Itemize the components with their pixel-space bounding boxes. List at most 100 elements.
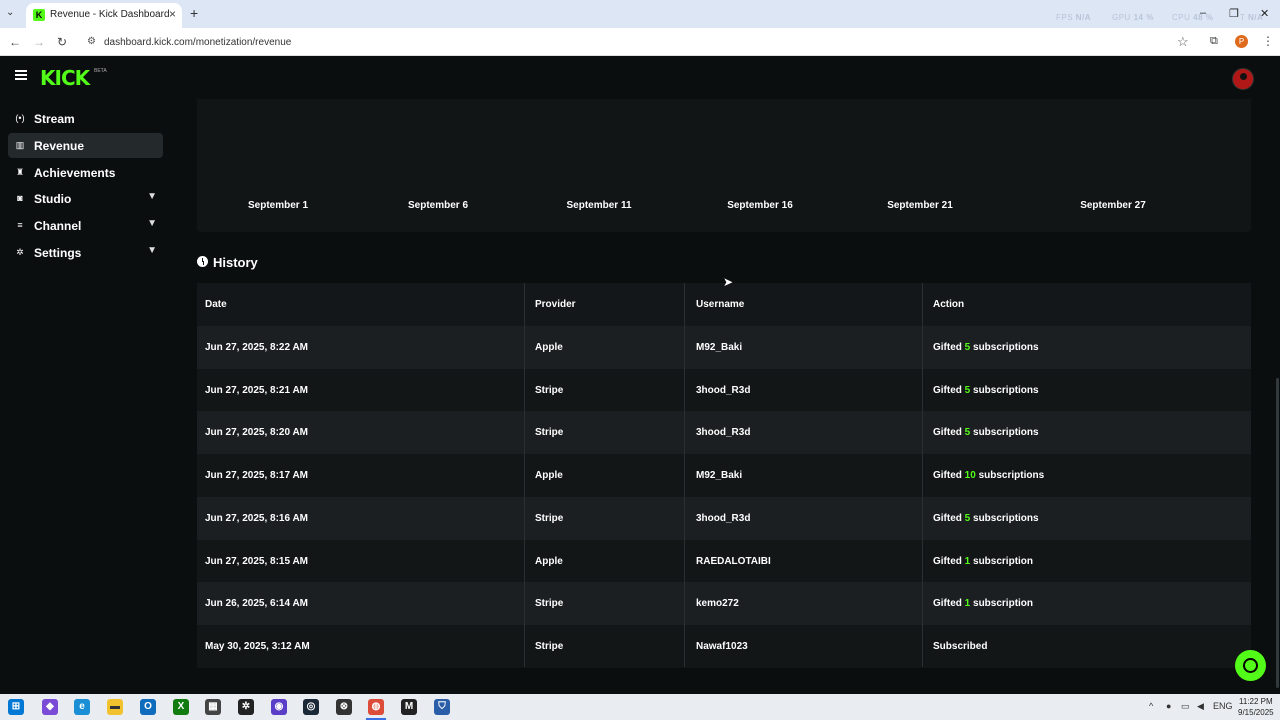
sidebar-item-stream[interactable]: (•) Stream	[8, 106, 163, 131]
cell-username: kemo272	[696, 598, 739, 610]
back-icon[interactable]: ←	[9, 35, 21, 49]
x-tick-label: September 21	[887, 200, 953, 211]
tray-chevron-icon[interactable]: ^	[1149, 701, 1153, 711]
action-verb: Gifted	[933, 427, 962, 439]
xbox-icon[interactable]: X	[173, 699, 189, 715]
chevron-down-icon[interactable]: ▼	[147, 191, 157, 202]
action-count: 5	[964, 427, 971, 439]
close-tab-icon[interactable]: ×	[169, 7, 176, 21]
action-verb: Gifted	[933, 384, 962, 396]
extensions-icon[interactable]: ⧉	[1210, 35, 1218, 48]
browser-menu-icon[interactable]: ⋮	[1262, 34, 1274, 48]
action-object: subscriptions	[978, 470, 1045, 482]
minimize-icon[interactable]: –	[1200, 7, 1206, 19]
kick-logo[interactable]: KICK	[40, 66, 90, 90]
microphone-icon[interactable]: ●	[1166, 701, 1171, 711]
column-header-action[interactable]: Action	[933, 283, 964, 326]
taskbar: ⊞ ◆ e ▬ O X ▦ ✲ ◉ ◎ ⊗ ◍ M ⛉ ^ ● ▭ ◀ ENG …	[0, 694, 1280, 720]
sidebar-item-settings[interactable]: ✲ Settings ▼	[8, 240, 163, 265]
clock-icon	[197, 256, 208, 267]
close-window-icon[interactable]: ✕	[1260, 7, 1269, 20]
chevron-down-icon[interactable]: ▼	[147, 218, 157, 229]
tab-search-chevron-icon[interactable]: ⌄	[6, 7, 14, 18]
column-header-provider[interactable]: Provider	[535, 283, 576, 326]
taskbar-time: 11:22 PM	[1238, 697, 1273, 706]
chrome-icon[interactable]: ◍	[368, 699, 384, 715]
url-field[interactable]: dashboard.kick.com/monetization/revenue	[104, 37, 291, 48]
restore-icon[interactable]: ❐	[1229, 7, 1239, 20]
discord-icon[interactable]: ◉	[271, 699, 287, 715]
game-icon[interactable]: ⊗	[336, 699, 352, 715]
cell-action: Gifted 5 subscriptions	[933, 411, 1039, 454]
cell-date: May 30, 2025, 3:12 AM	[205, 640, 310, 652]
bookmark-star-icon[interactable]: ☆	[1177, 34, 1189, 50]
cell-date: Jun 27, 2025, 8:15 AM	[205, 555, 309, 567]
edge-icon[interactable]: e	[74, 699, 90, 715]
column-header-date[interactable]: Date	[205, 283, 227, 326]
column-header-username[interactable]: Username	[696, 283, 744, 326]
action-verb: Gifted	[933, 555, 962, 567]
gear-icon: ✲	[16, 247, 24, 257]
taskbar-clock[interactable]: 11:22 PM 9/15/2025	[1238, 696, 1274, 718]
action-object: subscriptions	[973, 512, 1039, 524]
history-title: History	[213, 255, 258, 270]
hamburger-menu-icon[interactable]	[15, 70, 27, 80]
store-icon[interactable]: ▦	[205, 699, 221, 715]
sidebar-item-label: Revenue	[34, 139, 85, 153]
outlook-icon[interactable]: O	[140, 699, 156, 715]
gpu-readout: GPU 14 %	[1112, 13, 1154, 22]
sidebar-item-revenue[interactable]: ▥ Revenue	[8, 133, 163, 158]
cell-username: Nawaf1023	[696, 640, 748, 652]
browser-tab-bar: ⌄ K Revenue - Kick Dashboard × + FPS N/A…	[0, 0, 1280, 28]
reload-icon[interactable]: ↻	[57, 35, 67, 49]
cell-username: 3hood_R3d	[696, 384, 751, 396]
cell-provider: Apple	[535, 470, 563, 482]
cell-provider: Stripe	[535, 384, 564, 396]
sidebar-item-channel[interactable]: ≡ Channel ▼	[8, 213, 163, 238]
profile-avatar[interactable]: P	[1235, 35, 1248, 48]
sidebar-item-label: Channel	[34, 219, 82, 233]
forward-icon[interactable]: →	[33, 35, 45, 49]
table-row: Jun 27, 2025, 8:22 AM Apple M92_Baki Gifted…	[197, 326, 1251, 369]
action-verb: Gifted	[933, 512, 962, 524]
action-object: subscription	[973, 555, 1034, 567]
table-row: Jun 27, 2025, 8:20 AM Stripe 3hood_R3d Gift…	[197, 411, 1251, 455]
browser-tab[interactable]: K Revenue - Kick Dashboard ×	[26, 3, 182, 28]
user-avatar[interactable]	[1232, 68, 1254, 90]
network-icon[interactable]: ▭	[1181, 701, 1190, 712]
sidebar-item-label: Stream	[34, 112, 75, 126]
page-scrollbar[interactable]	[1276, 378, 1279, 688]
steam-icon[interactable]: ◎	[303, 699, 319, 715]
new-tab-icon[interactable]: +	[190, 5, 198, 21]
sidebar-item-achievements[interactable]: ♜ Achievements	[8, 160, 163, 185]
table-row: Jun 27, 2025, 8:15 AM Apple RAEDALOTAIBI Gi…	[197, 539, 1251, 583]
cell-provider: Apple	[535, 342, 563, 353]
cell-action: Gifted 5 subscriptions	[933, 326, 1039, 369]
settings-app-icon[interactable]: ✲	[238, 699, 254, 715]
revenue-chart: September 1 September 6 September 11 Sep…	[197, 99, 1251, 232]
cell-action: Gifted 1 subscription	[933, 540, 1033, 583]
chevron-down-icon[interactable]: ▼	[147, 245, 157, 256]
shield-icon[interactable]: ⛉	[434, 699, 450, 715]
cell-username: RAEDALOTAIBI	[696, 555, 771, 567]
x-tick-label: September 11	[566, 200, 632, 211]
language-indicator[interactable]: ENG	[1213, 701, 1233, 711]
file-explorer-icon[interactable]: ▬	[107, 699, 123, 715]
action-object: subscriptions	[973, 427, 1039, 439]
action-object: subscriptions	[973, 342, 1039, 353]
cell-provider: Apple	[535, 555, 563, 567]
table-row: Jun 27, 2025, 8:21 AM Stripe 3hood_R3d Gift…	[197, 368, 1251, 412]
start-icon[interactable]: ⊞	[8, 699, 24, 715]
support-chat-button[interactable]	[1235, 650, 1266, 681]
app-icon[interactable]: M	[401, 699, 417, 715]
volume-icon[interactable]: ◀	[1197, 701, 1204, 712]
action-verb: Gifted	[933, 470, 962, 482]
column-divider	[524, 283, 525, 667]
copilot-icon[interactable]: ◆	[42, 699, 58, 715]
broadcast-icon: (•)	[15, 113, 25, 123]
x-tick-label: September 6	[407, 200, 469, 211]
studio-icon: ◙	[17, 193, 23, 203]
cell-provider: Stripe	[535, 427, 564, 439]
sidebar-item-studio[interactable]: ◙ Studio ▼	[8, 186, 163, 211]
site-info-icon[interactable]: ⚙	[87, 36, 96, 47]
